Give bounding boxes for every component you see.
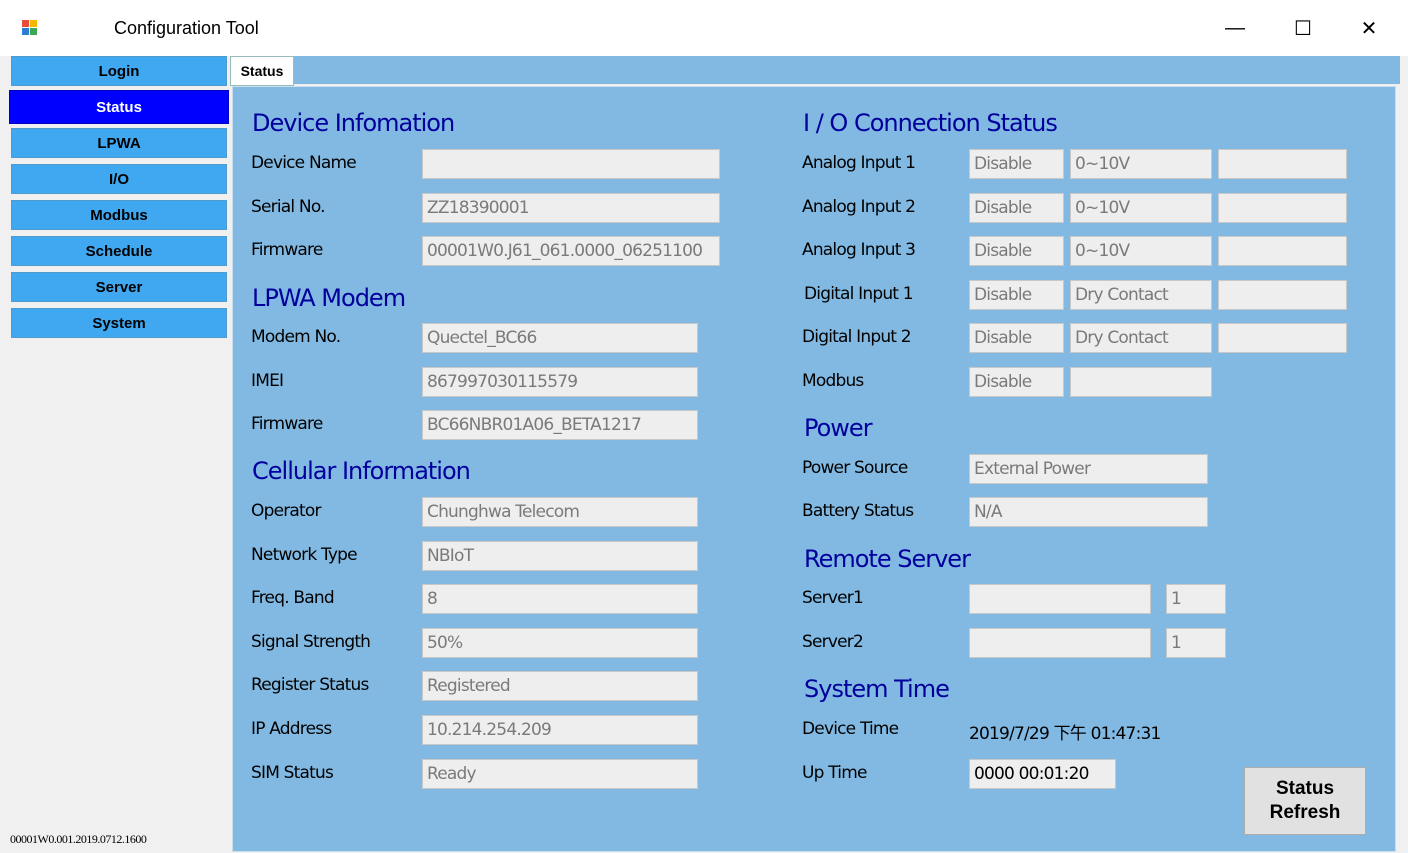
- power-heading: Power: [804, 414, 873, 442]
- modem-firmware-label: Firmware: [251, 414, 323, 434]
- device-time-value: 2019/7/29 下午 01:47:31: [969, 724, 1161, 744]
- io-value-field[interactable]: [1218, 149, 1347, 179]
- server1-number-field[interactable]: 1: [1166, 584, 1226, 614]
- lpwa-modem-heading: LPWA Modem: [252, 284, 406, 312]
- signal-strength-field[interactable]: 50%: [422, 628, 698, 658]
- power-source-label: Power Source: [802, 458, 908, 478]
- sim-status-field[interactable]: Ready: [422, 759, 698, 789]
- io-mode-field[interactable]: Dry Contact: [1070, 280, 1212, 310]
- io-value-field[interactable]: [1218, 280, 1347, 310]
- nav-modbus-button[interactable]: Modbus: [11, 200, 227, 230]
- close-button[interactable]: ✕: [1347, 10, 1391, 46]
- io-state-field[interactable]: Disable: [969, 193, 1064, 223]
- freq-band-label: Freq. Band: [251, 588, 335, 608]
- io-state-field[interactable]: Disable: [969, 367, 1064, 397]
- cellular-info-heading: Cellular Information: [252, 457, 471, 485]
- title-bar: Configuration Tool — ☐ ✕: [0, 0, 1408, 56]
- io-mode-field[interactable]: 0~10V: [1070, 149, 1212, 179]
- network-type-field[interactable]: NBIoT: [422, 541, 698, 571]
- modem-no-label: Modem No.: [251, 327, 341, 347]
- nav-schedule-button[interactable]: Schedule: [11, 236, 227, 266]
- server2-label: Server2: [802, 632, 864, 652]
- io-mode-field[interactable]: Dry Contact: [1070, 323, 1212, 353]
- tab-strip: [230, 56, 1400, 84]
- system-time-heading: System Time: [804, 675, 950, 703]
- server1-label: Server1: [802, 588, 864, 608]
- version-label: 00001W0.001.2019.0712.1600: [10, 832, 147, 846]
- nav-server-button[interactable]: Server: [11, 272, 227, 302]
- network-type-label: Network Type: [251, 545, 358, 565]
- minimize-button[interactable]: —: [1213, 10, 1257, 46]
- device-name-label: Device Name: [251, 153, 357, 173]
- register-status-field[interactable]: Registered: [422, 671, 698, 701]
- io-row-label: Analog Input 2: [802, 197, 916, 217]
- window-title: Configuration Tool: [114, 18, 259, 38]
- io-mode-field[interactable]: 0~10V: [1070, 236, 1212, 266]
- register-status-label: Register Status: [251, 675, 369, 695]
- nav-login-button[interactable]: Login: [11, 56, 227, 86]
- io-mode-field[interactable]: [1070, 367, 1212, 397]
- io-value-field[interactable]: [1218, 193, 1347, 223]
- nav-system-button[interactable]: System: [11, 308, 227, 338]
- io-state-field[interactable]: Disable: [969, 236, 1064, 266]
- imei-label: IMEI: [251, 371, 284, 391]
- ip-address-label: IP Address: [251, 719, 332, 739]
- signal-strength-label: Signal Strength: [251, 632, 371, 652]
- freq-band-field[interactable]: 8: [422, 584, 698, 614]
- modem-no-field[interactable]: Quectel_BC66: [422, 323, 698, 353]
- device-info-heading: Device Infomation: [252, 109, 455, 137]
- maximize-button[interactable]: ☐: [1281, 10, 1325, 46]
- uptime-field[interactable]: 0000 00:01:20: [969, 759, 1116, 789]
- io-row-label: Analog Input 1: [802, 153, 916, 173]
- modem-firmware-field[interactable]: BC66NBR01A06_BETA1217: [422, 410, 698, 440]
- device-firmware-label: Firmware: [251, 240, 323, 260]
- io-state-field[interactable]: Disable: [969, 280, 1064, 310]
- io-row-label: Digital Input 2: [802, 327, 912, 347]
- status-refresh-button[interactable]: Status Refresh: [1244, 767, 1366, 835]
- server2-address-field[interactable]: [969, 628, 1151, 658]
- device-firmware-field[interactable]: 00001W0.J61_061.0000_06251100: [422, 236, 720, 266]
- battery-status-label: Battery Status: [802, 501, 914, 521]
- uptime-label: Up Time: [802, 763, 867, 783]
- server2-number-field[interactable]: 1: [1166, 628, 1226, 658]
- serial-no-field[interactable]: ZZ18390001: [422, 193, 720, 223]
- sim-status-label: SIM Status: [251, 763, 334, 783]
- io-row-label: Modbus: [802, 371, 864, 391]
- io-value-field[interactable]: [1218, 236, 1347, 266]
- app-icon: [22, 20, 38, 36]
- nav-lpwa-button[interactable]: LPWA: [11, 128, 227, 158]
- io-state-field[interactable]: Disable: [969, 149, 1064, 179]
- device-name-field[interactable]: [422, 149, 720, 179]
- io-status-heading: I / O Connection Status: [803, 109, 1058, 137]
- operator-label: Operator: [251, 501, 321, 521]
- power-source-field[interactable]: External Power: [969, 454, 1208, 484]
- nav-io-button[interactable]: I/O: [11, 164, 227, 194]
- sidebar: Login Status LPWA I/O Modbus Schedule Se…: [0, 56, 230, 853]
- remote-server-heading: Remote Server: [804, 545, 971, 573]
- tab-status[interactable]: Status: [230, 56, 294, 86]
- io-mode-field[interactable]: 0~10V: [1070, 193, 1212, 223]
- nav-status-button[interactable]: Status: [9, 90, 229, 124]
- server1-address-field[interactable]: [969, 584, 1151, 614]
- ip-address-field[interactable]: 10.214.254.209: [422, 715, 698, 745]
- battery-status-field[interactable]: N/A: [969, 497, 1208, 527]
- io-state-field[interactable]: Disable: [969, 323, 1064, 353]
- operator-field[interactable]: Chunghwa Telecom: [422, 497, 698, 527]
- device-time-label: Device Time: [802, 719, 899, 739]
- io-row-label: Analog Input 3: [802, 240, 916, 260]
- serial-no-label: Serial No.: [251, 197, 326, 217]
- imei-field[interactable]: 867997030115579: [422, 367, 698, 397]
- io-row-label: Digital Input 1: [804, 284, 914, 304]
- io-value-field[interactable]: [1218, 323, 1347, 353]
